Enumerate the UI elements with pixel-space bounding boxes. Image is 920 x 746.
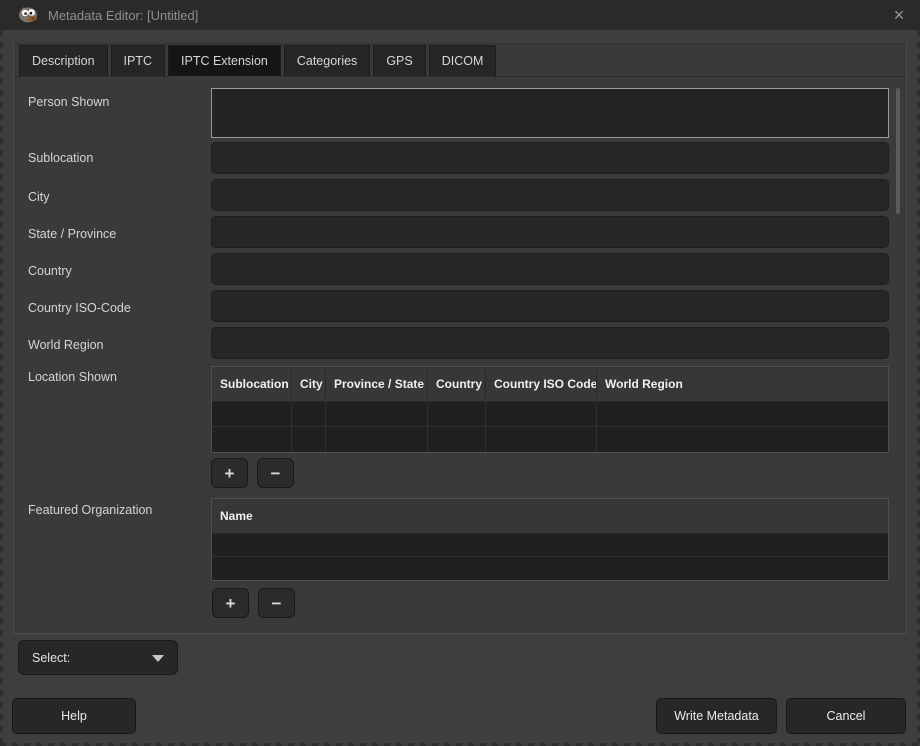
table-cell [428,427,486,452]
tab-description[interactable]: Description [19,45,108,76]
city-input[interactable] [211,179,889,211]
col-country-iso-code[interactable]: Country ISO Code [486,367,597,401]
table-cell [212,557,888,580]
tab-categories[interactable]: Categories [284,45,370,76]
world-region-label: World Region [28,338,104,352]
window-title: Metadata Editor: [Untitled] [48,8,198,23]
location-remove-button[interactable]: − [257,458,294,488]
cancel-button[interactable]: Cancel [786,698,906,734]
location-shown-table: Sublocation City Province / State Countr… [211,366,889,453]
country-input[interactable] [211,253,889,285]
gimp-wilber-icon [18,6,40,24]
tab-iptc-extension[interactable]: IPTC Extension [168,45,281,77]
table-cell [292,427,326,452]
table-row[interactable] [212,427,888,452]
table-cell [326,427,428,452]
select-dropdown[interactable]: Select: [18,640,178,675]
featured-organization-table-header: Name [212,499,888,534]
person-shown-input[interactable] [211,88,889,138]
vertical-scrollbar[interactable] [896,88,900,214]
location-shown-label: Location Shown [28,370,117,384]
organization-remove-button[interactable]: − [258,588,295,618]
close-icon[interactable]: × [886,3,912,27]
table-cell [428,402,486,426]
write-metadata-button[interactable]: Write Metadata [656,698,777,734]
table-cell [292,402,326,426]
col-sublocation[interactable]: Sublocation [212,367,292,401]
tab-bar: Description IPTC IPTC Extension Categori… [14,44,906,77]
location-shown-table-header: Sublocation City Province / State Countr… [212,367,888,402]
table-cell [486,402,597,426]
table-cell [597,427,888,452]
tab-iptc[interactable]: IPTC [111,45,165,76]
state-province-label: State / Province [28,227,116,241]
table-row[interactable] [212,557,888,580]
sublocation-label: Sublocation [28,151,93,165]
select-dropdown-label: Select: [32,651,70,665]
col-city[interactable]: City [292,367,326,401]
table-cell [326,402,428,426]
table-row[interactable] [212,534,888,557]
table-cell [597,402,888,426]
person-shown-label: Person Shown [28,95,109,109]
tab-gps[interactable]: GPS [373,45,425,76]
table-cell [212,402,292,426]
window-edge [0,30,3,746]
chevron-down-icon [152,655,164,662]
state-province-input[interactable] [211,216,889,248]
country-iso-code-label: Country ISO-Code [28,301,131,315]
sublocation-input[interactable] [211,142,889,174]
col-province-state[interactable]: Province / State [326,367,428,401]
table-cell [212,427,292,452]
country-iso-code-input[interactable] [211,290,889,322]
titlebar[interactable]: Metadata Editor: [Untitled] × [0,0,920,30]
featured-organization-label: Featured Organization [28,503,152,517]
city-label: City [28,190,50,204]
col-country[interactable]: Country [428,367,486,401]
table-row[interactable] [212,402,888,427]
location-add-button[interactable]: + [211,458,248,488]
world-region-input[interactable] [211,327,889,359]
col-name[interactable]: Name [212,499,888,533]
organization-add-button[interactable]: + [212,588,249,618]
featured-organization-table: Name [211,498,889,581]
country-label: Country [28,264,72,278]
metadata-editor-window: Metadata Editor: [Untitled] × Descriptio… [0,0,920,746]
table-cell [212,534,888,556]
help-button[interactable]: Help [12,698,136,734]
table-cell [486,427,597,452]
tab-dicom[interactable]: DICOM [429,45,497,76]
col-world-region[interactable]: World Region [597,367,888,401]
